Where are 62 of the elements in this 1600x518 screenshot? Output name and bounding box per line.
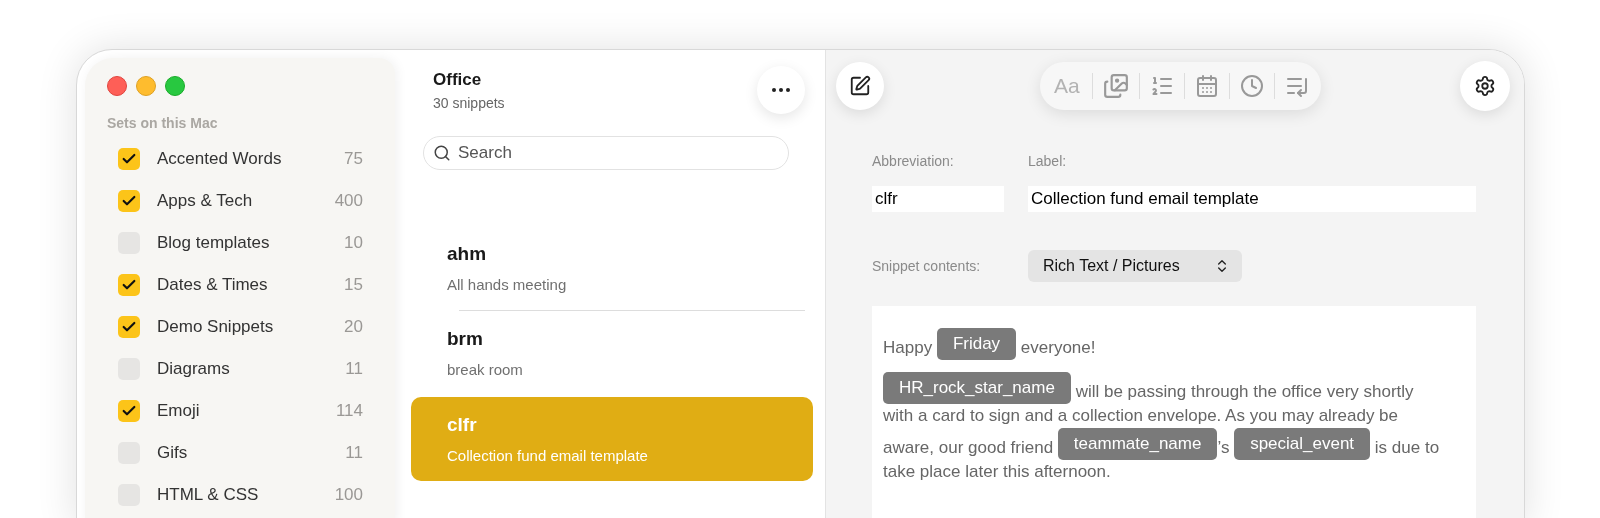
- snippet-row[interactable]: ahm All hands meeting: [411, 226, 813, 310]
- set-checkbox[interactable]: [118, 274, 140, 296]
- more-icon: [772, 88, 790, 92]
- snippet-count: 75: [344, 148, 363, 171]
- snippet-abbreviation: brm: [447, 327, 483, 351]
- snippet-editor[interactable]: [872, 306, 1476, 518]
- set-title: Office: [433, 69, 483, 91]
- calendar-icon[interactable]: [1194, 74, 1219, 98]
- snippet-count: 11: [345, 358, 363, 381]
- snippet-count: 15: [344, 274, 363, 297]
- section-title: Sets on this Mac: [107, 114, 218, 133]
- snippet-count: 100: [334, 484, 363, 507]
- set-name: Blog templates: [157, 232, 270, 255]
- set-checkbox[interactable]: [118, 316, 140, 338]
- zoom-window-icon[interactable]: [165, 76, 185, 96]
- more-button[interactable]: [757, 66, 805, 114]
- search-field[interactable]: Search: [423, 136, 789, 170]
- set-name: Apps & Tech: [157, 190, 253, 213]
- snippet-total: 30 snippets: [433, 93, 505, 113]
- label-field[interactable]: Collection fund email template: [1028, 186, 1476, 212]
- placeholder-token[interactable]: special_event: [1234, 428, 1371, 460]
- compose-icon: [849, 75, 871, 97]
- numbered-list-icon[interactable]: [1149, 74, 1174, 98]
- snippet-count: 11: [345, 442, 363, 465]
- snippet-count: 400: [334, 190, 363, 213]
- snippet-paragraph: HR_rock_star_name will be passing through the office very shortly with a card to sign and a collection envelope. As you may already be aware, our good friend teammate_name ’s special_event is due to take place later this afternoon.: [883, 372, 1448, 484]
- snippet-count: 114: [335, 400, 363, 423]
- set-name: Diagrams: [157, 358, 230, 381]
- set-name: Gifs: [157, 442, 188, 465]
- set-name: Emoji: [157, 400, 200, 423]
- snippet-label: All hands meeting: [447, 274, 567, 295]
- placeholder-token[interactable]: teammate_name: [1057, 428, 1218, 460]
- images-icon[interactable]: [1102, 73, 1129, 99]
- search-icon: [433, 144, 451, 162]
- snippet-abbreviation: clfr: [447, 413, 477, 437]
- new-snippet-button[interactable]: [836, 62, 884, 110]
- set-checkbox[interactable]: [118, 190, 140, 212]
- set-name: Demo Snippets: [157, 316, 274, 339]
- abbreviation-field[interactable]: clfr: [872, 186, 1004, 212]
- snippet-count: 10: [344, 232, 363, 255]
- gear-icon: [1474, 75, 1496, 97]
- minimize-window-icon[interactable]: [136, 76, 156, 96]
- contents-type-dropdown[interactable]: Rich Text / Pictures: [1028, 250, 1242, 282]
- snippet-label: break room: [447, 359, 523, 380]
- set-checkbox[interactable]: [118, 148, 140, 170]
- field-label: Abbreviation:: [872, 152, 954, 171]
- set-name: Dates & Times: [157, 274, 268, 297]
- snippet-abbreviation: ahm: [447, 242, 487, 266]
- snippet-row[interactable]: brm break room: [411, 311, 813, 395]
- field-label: Snippet contents:: [872, 256, 982, 276]
- close-window-icon[interactable]: [107, 76, 127, 96]
- settings-button[interactable]: [1460, 61, 1510, 111]
- set-name: Accented Words: [157, 148, 282, 171]
- set-checkbox[interactable]: [118, 400, 140, 422]
- clock-icon[interactable]: [1239, 74, 1264, 98]
- field-label: Label:: [1028, 152, 1067, 171]
- snippet-count: 20: [344, 316, 363, 339]
- placeholder-token[interactable]: Friday: [936, 328, 1017, 360]
- snippet-paragraph: Happy Friday everyone!: [883, 328, 1448, 360]
- snippet-label: Collection fund email template: [447, 445, 648, 466]
- placeholder-token[interactable]: HR_rock_star_name: [883, 372, 1071, 404]
- set-name: HTML & CSS: [157, 484, 259, 507]
